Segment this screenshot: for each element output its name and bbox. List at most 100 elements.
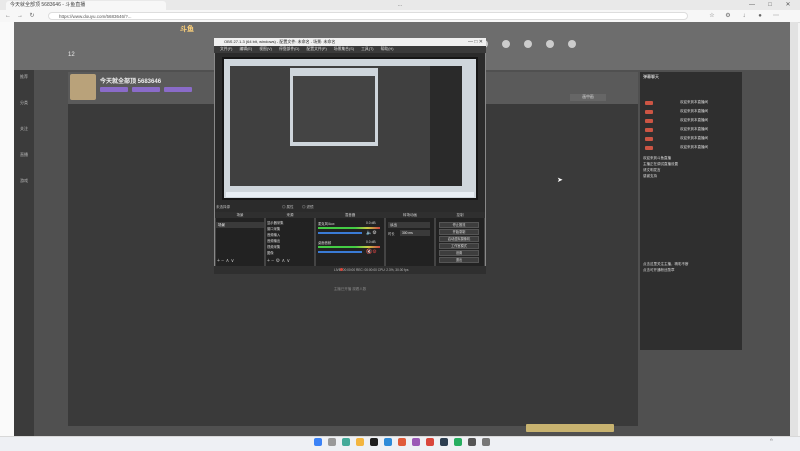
mixer-desktop-slider[interactable] [318, 251, 362, 253]
obs-menu-help[interactable]: 帮助(H) [381, 47, 394, 51]
streamer-avatar[interactable] [70, 74, 96, 100]
profile-icon[interactable]: ● [756, 12, 764, 20]
controls-dock-title: 控制 [435, 212, 485, 218]
player-footer-note: 主播已开播 观看人数 [333, 287, 367, 291]
maximize-button[interactable]: □ [762, 1, 778, 9]
transition-duration-input[interactable]: 300 ms [400, 230, 430, 236]
chat-user-badge [645, 137, 653, 141]
app-icon-1[interactable] [398, 438, 406, 446]
obs-menu-profile[interactable]: 配置文件(P) [306, 47, 326, 51]
start-icon[interactable] [314, 438, 322, 446]
live-indicator [340, 268, 343, 271]
source-item[interactable]: 视频采集 [267, 245, 313, 250]
stop-streaming-button[interactable]: 停止推流 [439, 222, 479, 228]
gift-bar[interactable] [526, 424, 614, 432]
sidebar-item-recommend[interactable]: 推荐 [14, 74, 34, 88]
sidebar-item-follow[interactable]: 关注 [14, 126, 34, 140]
folder-icon[interactable] [356, 438, 364, 446]
obs-menu-edit[interactable]: 编辑(E) [240, 47, 253, 51]
scene-item[interactable]: 场景 [216, 222, 264, 228]
mixer-mic-label: 麦克风/Aux [318, 222, 335, 226]
chat-user-badge [645, 110, 653, 114]
mixer-mic-slider[interactable] [318, 232, 362, 234]
chat-message: 欢迎来到本直播间 [680, 100, 708, 104]
mixer-mic-meter [318, 227, 380, 229]
browser-left-bar [0, 22, 15, 436]
source-toolbar[interactable]: + − ⚙ ∧ ∨ [267, 258, 290, 264]
nav-icon-13[interactable] [524, 40, 532, 48]
start-recording-button[interactable]: 开始录制 [439, 229, 479, 235]
system-clock[interactable]: ⏲ [770, 438, 773, 442]
store-icon[interactable] [384, 438, 392, 446]
settings-button[interactable]: 设置 [439, 250, 479, 256]
follow-count[interactable]: 12 [68, 52, 92, 66]
chat-notice-line: 主播正在调试直播设置 [643, 162, 678, 166]
fan-badge [132, 87, 160, 92]
site-logo[interactable]: 斗鱼 [180, 24, 210, 34]
chat-message: 欢迎来到本直播间 [680, 127, 708, 131]
search-icon[interactable] [328, 438, 336, 446]
app-icon-2[interactable] [412, 438, 420, 446]
sidebar-item-live[interactable]: 直播 [14, 152, 34, 166]
page-scrollbar[interactable] [790, 22, 798, 436]
nav-icon-12[interactable] [502, 40, 510, 48]
obs-menu-file[interactable]: 文件(F) [220, 47, 232, 51]
obs-title: OBS 27.1.3 (64 bit, windows) - 配置文件: 未命名… [214, 38, 486, 46]
mixer-desktop-meter [318, 246, 380, 248]
obs-menu-scenes[interactable]: 场景集合(S) [334, 47, 354, 51]
app-icon-5[interactable] [454, 438, 462, 446]
capture-nested-obs [293, 76, 375, 142]
source-item[interactable]: 显示器采集 [267, 221, 313, 226]
virtual-camera-button[interactable]: 启动虚拟摄像机 [439, 236, 479, 242]
menu-icon[interactable]: ⋯ [772, 12, 780, 20]
obs-window-controls[interactable]: — □ ✕ [460, 38, 486, 46]
source-item[interactable]: 音频输入 [267, 233, 313, 238]
sidebar-item-games[interactable]: 游戏 [14, 178, 34, 192]
obs-menu-tools[interactable]: 工具(T) [361, 47, 373, 51]
download-icon[interactable]: ↓ [740, 12, 748, 20]
app-icon-6[interactable] [468, 438, 476, 446]
refresh-icon[interactable]: ↻ [28, 12, 36, 20]
nav-icon-14[interactable] [546, 40, 554, 48]
app-icon-3[interactable] [426, 438, 434, 446]
source-item[interactable]: 音频输出 [267, 239, 313, 244]
nav-icon-15[interactable] [568, 40, 576, 48]
mixer-mic-mute-icon[interactable]: 🔈⚙ [366, 230, 377, 236]
sidebar-item-category[interactable]: 分类 [14, 100, 34, 114]
pip-button[interactable]: 画中画 [570, 94, 606, 101]
chat-user-badge [645, 146, 653, 150]
source-item[interactable]: 窗口采集 [267, 227, 313, 232]
close-button[interactable]: ✕ [780, 1, 796, 9]
app-icon-4[interactable] [440, 438, 448, 446]
obs-taskbar-icon[interactable] [370, 438, 378, 446]
chat-message: 欢迎来到本直播间 [680, 136, 708, 140]
chat-user-badge [645, 119, 653, 123]
exit-button[interactable]: 退出 [439, 257, 479, 263]
edge-icon[interactable] [342, 438, 350, 446]
chat-notice-line: 感谢支持 [643, 174, 657, 178]
obs-filters-button[interactable]: ◎ 滤镜 [302, 205, 313, 210]
chat-message: 欢迎来到本直播间 [680, 118, 708, 122]
chat-follow-tip: 点击可开通粉丝勋章 [643, 268, 675, 272]
chat-follow-tip: 点击这里关注主播，精彩不断 [643, 262, 689, 266]
obs-menu-docks[interactable]: 停靠部件(D) [279, 47, 299, 51]
minimize-button[interactable]: — [744, 1, 760, 9]
streamer-name: 今天就全部顶 5683646 [100, 79, 162, 85]
obs-properties-button[interactable]: ◎ 属性 [282, 205, 293, 210]
extension-icon[interactable]: ⚙ [724, 12, 732, 20]
obs-menu-view[interactable]: 视图(V) [259, 47, 272, 51]
browser-tab[interactable]: 今天就全部顶 5683646 - 斗鱼直播 [6, 1, 166, 10]
star-icon[interactable]: ☆ [708, 12, 716, 20]
transitions-dock [385, 212, 435, 268]
forward-icon[interactable]: → [16, 12, 24, 20]
address-input[interactable]: https://www.douyu.com/5683646/?... [48, 12, 688, 20]
scene-toolbar[interactable]: + − ∧ ∨ [217, 258, 234, 264]
source-item[interactable]: 图像 [267, 251, 313, 256]
back-icon[interactable]: ← [4, 12, 12, 20]
mixer-desktop-mute-icon[interactable]: 🔇⚙ [366, 249, 377, 255]
app-icon-7[interactable] [482, 438, 490, 446]
obs-menubar: 文件(F) 编辑(E) 视图(V) 停靠部件(D) 配置文件(P) 场景集合(S… [214, 46, 486, 53]
studio-mode-button[interactable]: 工作室模式 [439, 243, 479, 249]
transition-select[interactable]: 淡出 [388, 222, 430, 228]
chat-message: 欢迎来到本直播间 [680, 109, 708, 113]
